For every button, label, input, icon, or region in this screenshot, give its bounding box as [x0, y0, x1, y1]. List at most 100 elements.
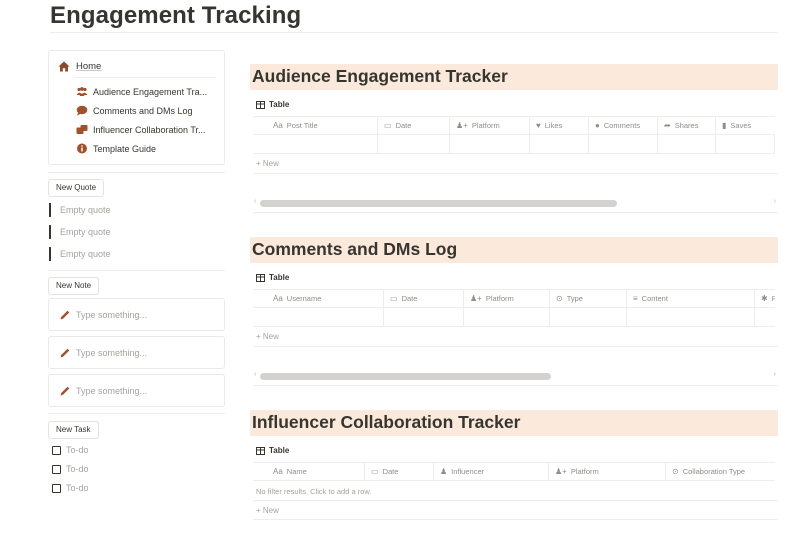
- todo-item[interactable]: To-do: [52, 464, 89, 474]
- column-label: Date: [401, 294, 418, 303]
- nav-item-label: Comments and DMs Log: [93, 105, 193, 116]
- table-row[interactable]: [253, 308, 775, 327]
- nav-item-template-guide[interactable]: Template Guide: [76, 143, 156, 154]
- add-row-button[interactable]: + New: [256, 332, 279, 341]
- column-header-username[interactable]: Aa Username: [253, 290, 383, 307]
- table-icon: [256, 100, 265, 109]
- column-label: Collaboration Type: [682, 467, 746, 476]
- column-header-platform[interactable]: ♟+ Platform: [463, 290, 549, 307]
- column-label: Shares: [674, 121, 699, 130]
- column-header-collaboration-type[interactable]: ⊙ Collaboration Type: [665, 463, 775, 480]
- info-icon: [77, 143, 87, 154]
- nav-item-comments-dms[interactable]: Comments and DMs Log: [76, 105, 193, 116]
- people-plus-icon: ♟+: [470, 294, 482, 303]
- people-plus-icon: ♟+: [456, 121, 468, 130]
- todo-item[interactable]: To-do: [52, 445, 89, 455]
- horizontal-scrollbar[interactable]: ‹ ›: [253, 368, 778, 384]
- quote-block[interactable]: Empty quote: [49, 247, 111, 261]
- column-header-saves[interactable]: ▮ Saves: [715, 117, 775, 134]
- column-label: Comments: [603, 121, 641, 130]
- column-label: Influencer: [451, 467, 485, 476]
- view-tab-label: Table: [269, 100, 290, 109]
- title-prop-icon: Aa: [273, 294, 283, 303]
- todo-checkbox[interactable]: [52, 464, 61, 474]
- pencil-icon: [60, 348, 70, 357]
- table-divider: [253, 212, 778, 213]
- sidebar-divider: [48, 270, 225, 271]
- column-header-date[interactable]: ▭ Date: [383, 290, 463, 307]
- quote-block[interactable]: Empty quote: [49, 225, 111, 239]
- quote-block[interactable]: Empty quote: [49, 203, 111, 217]
- title-prop-icon: Aa: [273, 467, 283, 476]
- column-header-post-title[interactable]: Aa Post Title: [253, 117, 377, 134]
- column-header-type[interactable]: ⊙ Type: [549, 290, 626, 307]
- home-icon: [58, 61, 70, 72]
- table-header-row: Aa Name ▭ Date ♟ Influencer ♟+ Platform ⊙ Col…: [253, 462, 775, 481]
- section-header-audience-engagement: Audience Engagement Tracker: [250, 64, 778, 90]
- add-row-button[interactable]: + New: [256, 159, 279, 168]
- table-view-tab[interactable]: Table: [256, 273, 289, 282]
- horizontal-scrollbar[interactable]: ‹ ›: [253, 195, 778, 211]
- note-card[interactable]: Type something...: [48, 374, 225, 407]
- scroll-right-icon[interactable]: ›: [774, 371, 776, 378]
- note-card[interactable]: Type something...: [48, 336, 225, 369]
- table-icon: [256, 446, 265, 455]
- status-icon: ⊙: [556, 294, 563, 303]
- nav-item-audience-engagement[interactable]: Audience Engagement Tra...: [76, 86, 207, 97]
- column-header-r[interactable]: ✱R: [754, 290, 775, 307]
- handshake-icon: [76, 125, 88, 134]
- scroll-right-icon[interactable]: ›: [774, 198, 776, 205]
- column-header-platform[interactable]: ♟+ Platform: [548, 463, 665, 480]
- nav-home-link[interactable]: Home: [58, 61, 101, 72]
- new-quote-button[interactable]: New Quote: [48, 179, 105, 197]
- bookmark-icon: ▮: [722, 121, 727, 130]
- people-plus-icon: ♟+: [555, 467, 567, 476]
- text-lines-icon: ≡: [633, 294, 638, 303]
- heart-icon: ♥: [536, 121, 541, 130]
- new-task-button[interactable]: New Task: [48, 421, 99, 439]
- column-header-content[interactable]: ≡ Content: [626, 290, 754, 307]
- column-label: Platform: [485, 294, 514, 303]
- note-placeholder: Type something...: [76, 347, 148, 358]
- sidebar-divider: [48, 172, 225, 173]
- todo-item[interactable]: To-do: [52, 483, 89, 493]
- table-header-row: Aa Post Title ▭ Date ♟+ Platform ♥ Likes ● Co…: [253, 116, 775, 135]
- add-row-button[interactable]: + New: [256, 506, 279, 515]
- scroll-left-icon[interactable]: ‹: [254, 198, 256, 205]
- todo-checkbox[interactable]: [52, 483, 61, 493]
- todo-checkbox[interactable]: [52, 445, 61, 455]
- navigation-panel: Home Audience Engagement Tra... Comments…: [48, 50, 225, 165]
- table-divider: [253, 385, 778, 386]
- note-card[interactable]: Type something...: [48, 298, 225, 331]
- todo-label: To-do: [66, 483, 89, 493]
- nav-divider: [75, 77, 216, 78]
- column-header-likes[interactable]: ♥ Likes: [529, 117, 588, 134]
- column-header-date[interactable]: ▭ Date: [364, 463, 433, 480]
- todo-label: To-do: [66, 445, 89, 455]
- table-view-tab[interactable]: Table: [256, 100, 289, 109]
- table-divider: [253, 346, 778, 347]
- column-header-comments[interactable]: ● Comments: [588, 117, 657, 134]
- column-header-date[interactable]: ▭ Date: [377, 117, 449, 134]
- empty-table-message[interactable]: No filter results. Click to add a row.: [256, 487, 371, 496]
- table-row[interactable]: [253, 135, 775, 154]
- column-header-platform[interactable]: ♟+ Platform: [449, 117, 529, 134]
- nav-item-label: Audience Engagement Tra...: [93, 86, 208, 97]
- section-title: Audience Engagement Tracker: [252, 66, 508, 86]
- column-header-shares[interactable]: ➦ Shares: [657, 117, 715, 134]
- table-divider: [253, 173, 778, 174]
- table-view-tab[interactable]: Table: [256, 446, 289, 455]
- new-note-button[interactable]: New Note: [48, 277, 100, 295]
- scrollbar-thumb[interactable]: [260, 200, 617, 207]
- scroll-left-icon[interactable]: ‹: [254, 371, 256, 378]
- table-icon: [256, 273, 265, 282]
- scrollbar-thumb[interactable]: [260, 373, 551, 380]
- nav-item-influencer-collaboration[interactable]: Influencer Collaboration Tr...: [76, 124, 206, 135]
- column-header-name[interactable]: Aa Name: [253, 463, 364, 480]
- column-label: Likes: [544, 121, 563, 130]
- page-title: Engagement Tracking: [50, 2, 302, 29]
- column-label: Post Title: [286, 121, 318, 130]
- title-divider: [50, 32, 778, 33]
- column-header-influencer[interactable]: ♟ Influencer: [433, 463, 548, 480]
- person-icon: ♟: [440, 467, 448, 476]
